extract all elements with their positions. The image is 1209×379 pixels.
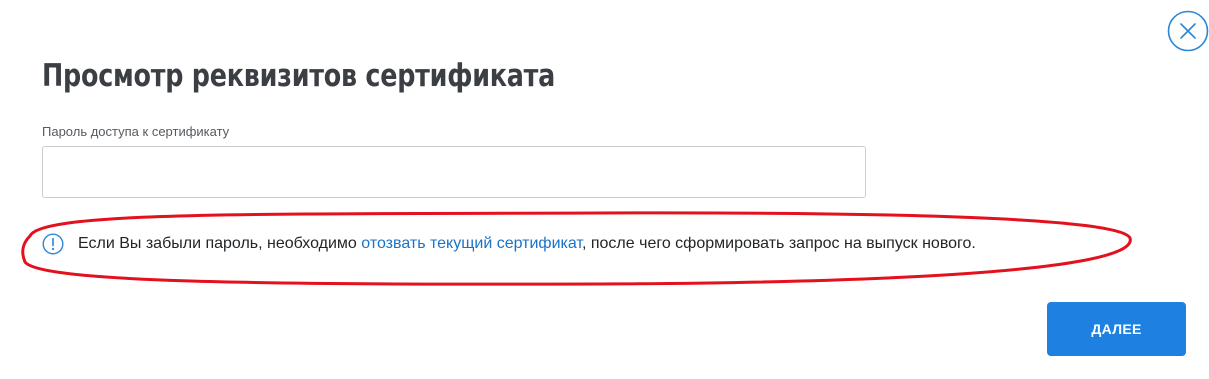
notice-text: Если Вы забыли пароль, необходимо отозва… bbox=[78, 235, 976, 253]
next-button[interactable]: ДАЛЕЕ bbox=[1047, 302, 1186, 356]
forgot-password-notice: Если Вы забыли пароль, необходимо отозва… bbox=[42, 233, 976, 255]
close-icon bbox=[1167, 10, 1209, 52]
notice-text-after: , после чего сформировать запрос на выпу… bbox=[581, 235, 976, 252]
certificate-details-dialog: Просмотр реквизитов сертификата Пароль д… bbox=[0, 0, 1209, 379]
notice-text-before: Если Вы забыли пароль, необходимо bbox=[78, 235, 362, 252]
page-title: Просмотр реквизитов сертификата bbox=[42, 58, 556, 94]
info-icon bbox=[42, 233, 64, 255]
password-input[interactable] bbox=[42, 146, 866, 198]
revoke-certificate-link[interactable]: отозвать текущий сертификат bbox=[361, 235, 582, 252]
close-button[interactable] bbox=[1167, 10, 1209, 52]
password-field-label: Пароль доступа к сертификату bbox=[42, 124, 230, 139]
